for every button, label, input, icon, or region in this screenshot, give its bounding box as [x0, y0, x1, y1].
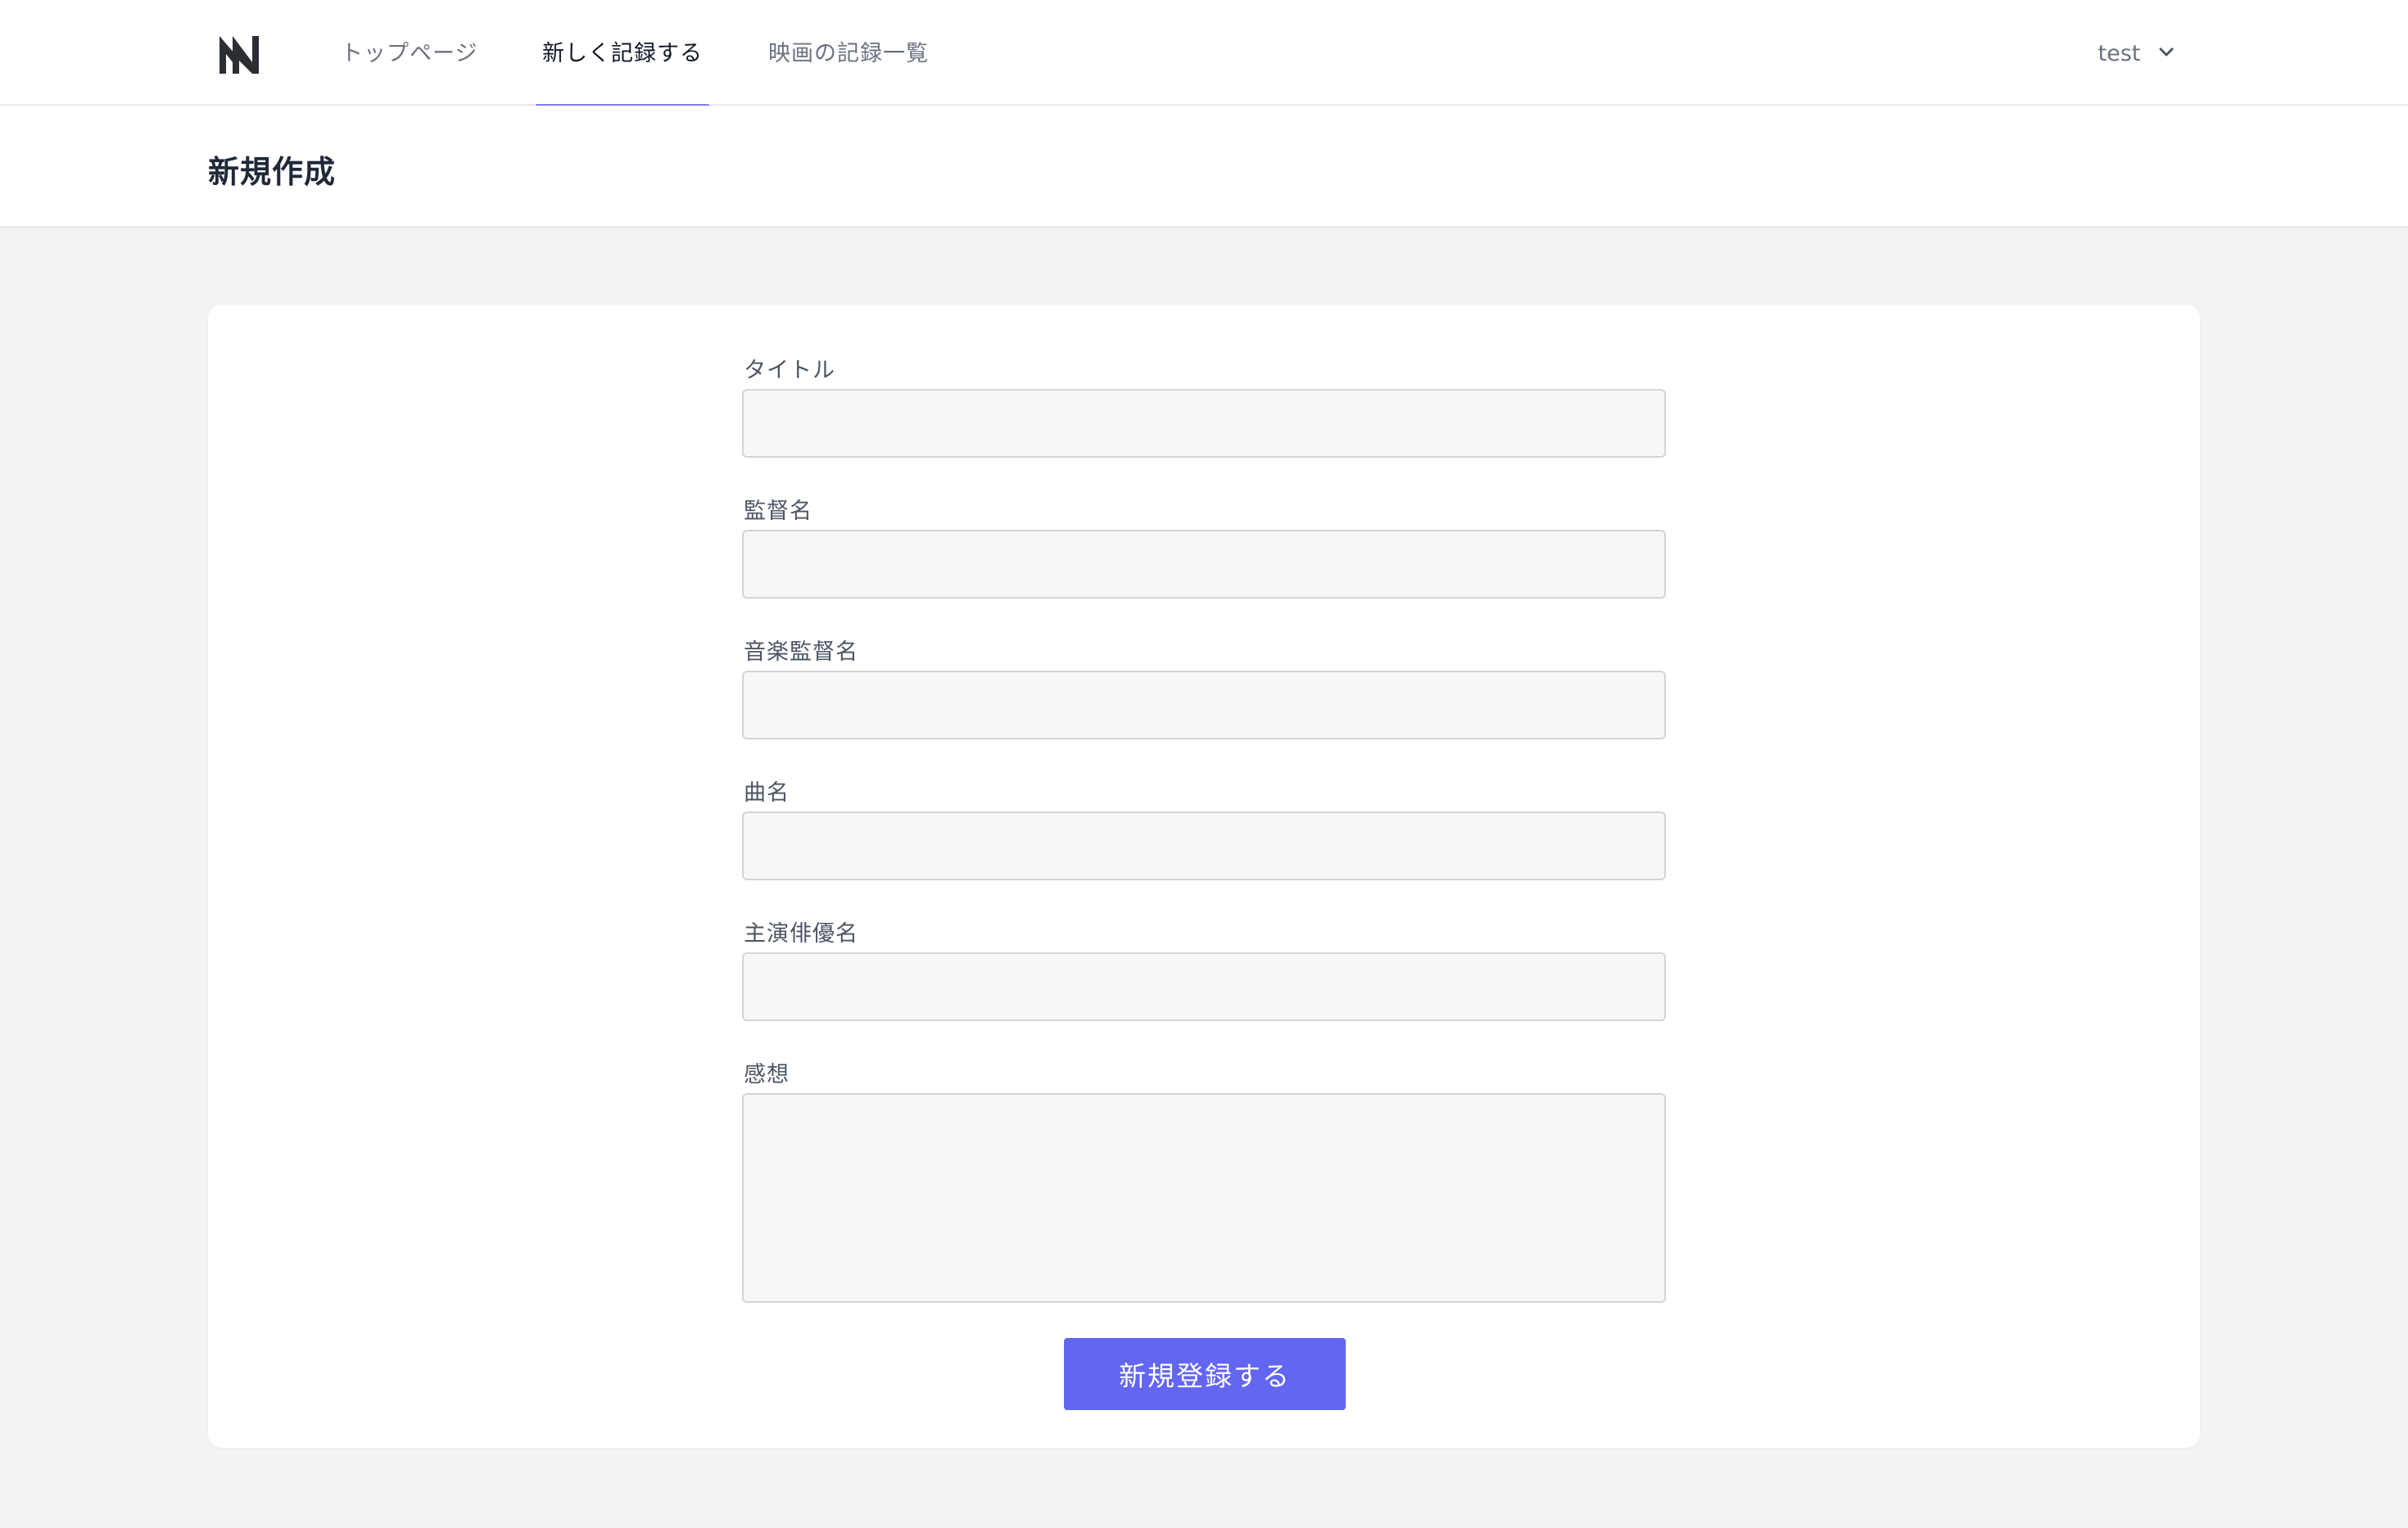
- nav-link-label: 新しく記録する: [542, 41, 703, 66]
- music-director-label: 音楽監督名: [744, 640, 858, 665]
- impression-textarea[interactable]: [742, 1093, 1666, 1303]
- chevron-down-icon: [2159, 47, 2174, 56]
- top-navbar: トップページ 新しく記録する 映画の記録一覧 test: [0, 0, 2408, 107]
- form-card: タイトル 監督名 音楽監督名 曲名 主演俳優名 感想 新規登録する: [208, 305, 2200, 1448]
- submit-button[interactable]: 新規登録する: [1064, 1338, 1346, 1410]
- nav-link-movie-list[interactable]: 映画の記録一覧: [768, 0, 929, 106]
- lead-actor-label: 主演俳優名: [744, 921, 858, 947]
- app-logo-icon[interactable]: [215, 29, 264, 79]
- nav-link-new-record[interactable]: 新しく記録する: [536, 0, 709, 107]
- nav-link-top-page[interactable]: トップページ: [341, 0, 478, 106]
- song-title-label: 曲名: [744, 780, 790, 806]
- page-header: 新規作成: [0, 106, 2408, 226]
- title-label: タイトル: [744, 358, 835, 383]
- nav-link-label: トップページ: [341, 41, 478, 66]
- director-label: 監督名: [744, 499, 812, 524]
- song-title-input[interactable]: [742, 811, 1666, 880]
- user-name: test: [2098, 41, 2141, 66]
- director-input[interactable]: [742, 530, 1666, 599]
- music-director-input[interactable]: [742, 671, 1666, 739]
- impression-label: 感想: [744, 1062, 790, 1087]
- page-title: 新規作成: [208, 154, 337, 190]
- user-menu-dropdown[interactable]: test: [2098, 0, 2174, 106]
- lead-actor-input[interactable]: [742, 952, 1666, 1021]
- title-input[interactable]: [742, 389, 1666, 458]
- nav-link-label: 映画の記録一覧: [768, 41, 929, 66]
